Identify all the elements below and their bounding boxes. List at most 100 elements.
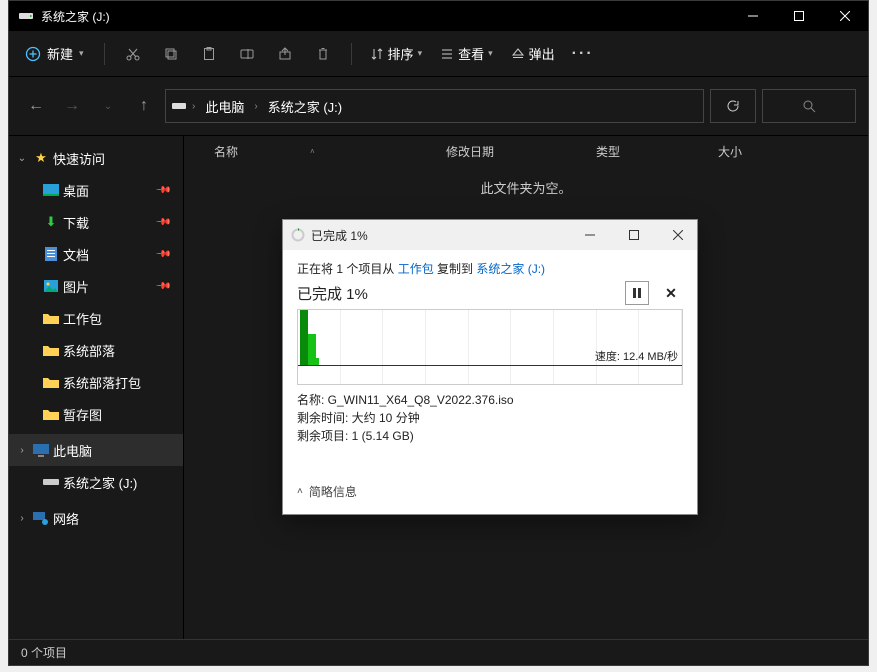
column-date[interactable]: 修改日期 [438,143,588,160]
sidebar-item-desktop[interactable]: 桌面 📌 [9,174,183,206]
sidebar-item-label: 桌面 [63,181,89,200]
pin-icon: 📌 [154,182,171,199]
folder-icon [43,310,59,326]
scissors-icon [125,46,141,62]
view-button[interactable]: 查看 ▾ [432,40,501,67]
brief-label: 简略信息 [309,483,357,500]
column-name[interactable]: 名称 ˄ [206,143,438,160]
folder-icon [43,342,59,358]
rename-button[interactable] [229,37,265,71]
sidebar-item-downloads[interactable]: ⬇下载📌 [9,206,183,238]
window-title: 系统之家 (J:) [41,8,110,25]
detail-name-value: G_WIN11_X64_Q8_V2022.376.iso [328,393,514,407]
sidebar-item-network[interactable]: ›网络 [9,502,183,534]
sidebar-item-label: 系统之家 (J:) [63,473,137,492]
column-size[interactable]: 大小 [710,143,790,160]
chevron-right-icon: › [190,101,197,112]
sidebar-item-label: 此电脑 [53,441,92,460]
crumb-thispc[interactable]: 此电脑 [201,95,248,118]
copy-button[interactable] [153,37,189,71]
sort-indicator-icon: ˄ [310,147,315,156]
sidebar-item-quick-access[interactable]: ⌄★快速访问 [9,142,183,174]
eject-button[interactable]: 弹出 [503,40,563,67]
folder-icon [43,374,59,390]
forward-button[interactable]: → [57,91,87,121]
sidebar-item-deploy[interactable]: 系统部落 [9,334,183,366]
dialog-close-button[interactable] [659,220,697,250]
brief-toggle[interactable]: ˄ 简略信息 [283,473,697,514]
copy-source-link[interactable]: 工作包 [398,262,434,276]
sidebar-item-documents[interactable]: 文档📌 [9,238,183,270]
sidebar-item-workbag[interactable]: 工作包 [9,302,183,334]
sidebar-item-label: 文档 [63,245,89,264]
copy-dest-link[interactable]: 系统之家 (J:) [476,262,545,276]
share-button[interactable] [267,37,303,71]
dialog-minimize-button[interactable] [571,220,609,250]
drive-icon [172,101,186,111]
sidebar-item-label: 系统部落打包 [63,373,141,392]
empty-folder-message: 此文件夹为空。 [184,178,868,197]
chevron-down-icon: ▾ [488,48,493,59]
monitor-icon [33,442,49,458]
pause-button[interactable] [625,281,649,305]
drive-icon [19,11,33,21]
folder-icon [43,406,59,422]
separator [351,43,352,65]
clipboard-icon [201,46,217,62]
chevron-up-icon: ˄ [297,486,303,497]
copy-progress-dialog: 已完成 1% 正在将 1 个项目从 工作包 复制到 系统之家 (J:) 已完成 … [282,219,698,515]
new-button[interactable]: 新建 ▾ [15,40,94,67]
sort-label: 排序 [388,44,414,63]
column-type[interactable]: 类型 [588,143,710,160]
dialog-maximize-button[interactable] [615,220,653,250]
delete-button[interactable] [305,37,341,71]
pause-icon [633,288,641,298]
search-icon [802,99,816,113]
maximize-button[interactable] [776,1,822,31]
sort-button[interactable]: 排序 ▾ [362,40,431,67]
back-button[interactable]: ← [21,91,51,121]
sidebar-item-label: 快速访问 [53,149,105,168]
recent-button[interactable]: ⌄ [93,91,123,121]
detail-time-value: 大约 10 分钟 [352,411,420,425]
detail-name-label: 名称: [297,393,328,407]
rename-icon [239,46,255,62]
cancel-button[interactable]: ✕ [659,281,683,305]
sidebar-item-deploy-pack[interactable]: 系统部落打包 [9,366,183,398]
statusbar: 0 个项目 [9,639,868,665]
search-box[interactable] [762,89,856,123]
column-headers[interactable]: 名称 ˄ 修改日期 类型 大小 [184,136,868,166]
column-label: 名称 [214,143,238,160]
sidebar-item-tempimg[interactable]: 暂存图 [9,398,183,430]
up-button[interactable]: ↑ [129,91,159,121]
sidebar-item-drive[interactable]: 系统之家 (J:) [9,466,183,498]
titlebar[interactable]: 系统之家 (J:) [9,1,868,31]
picture-icon [43,278,59,294]
address-bar[interactable]: › 此电脑 › 系统之家 (J:) [165,89,704,123]
list-icon [440,47,454,61]
chevron-down-icon: ⌄ [15,153,29,164]
paste-button[interactable] [191,37,227,71]
close-button[interactable] [822,1,868,31]
share-icon [277,46,293,62]
dialog-titlebar[interactable]: 已完成 1% [283,220,697,250]
minimize-button[interactable] [730,1,776,31]
more-button[interactable]: ··· [565,37,601,71]
sidebar-item-label: 系统部落 [63,341,115,360]
network-icon [33,510,49,526]
crumb-drive[interactable]: 系统之家 (J:) [264,95,346,118]
pin-icon: 📌 [154,214,171,231]
eject-label: 弹出 [529,44,555,63]
sidebar-item-pictures[interactable]: 图片📌 [9,270,183,302]
detail-items-value: 1 (5.14 GB) [352,429,414,443]
view-label: 查看 [458,44,484,63]
refresh-button[interactable] [710,89,756,123]
cut-button[interactable] [115,37,151,71]
toolbar: 新建 ▾ 排序 ▾ 查看 ▾ 弹出 ··· [9,31,868,77]
download-icon: ⬇ [43,214,59,230]
sidebar-item-thispc[interactable]: ›此电脑 [9,434,183,466]
detail-time-label: 剩余时间: [297,411,352,425]
plus-circle-icon [25,46,41,62]
chevron-down-icon: ▾ [79,48,84,59]
copy-details: 名称: G_WIN11_X64_Q8_V2022.376.iso 剩余时间: 大… [297,391,683,445]
